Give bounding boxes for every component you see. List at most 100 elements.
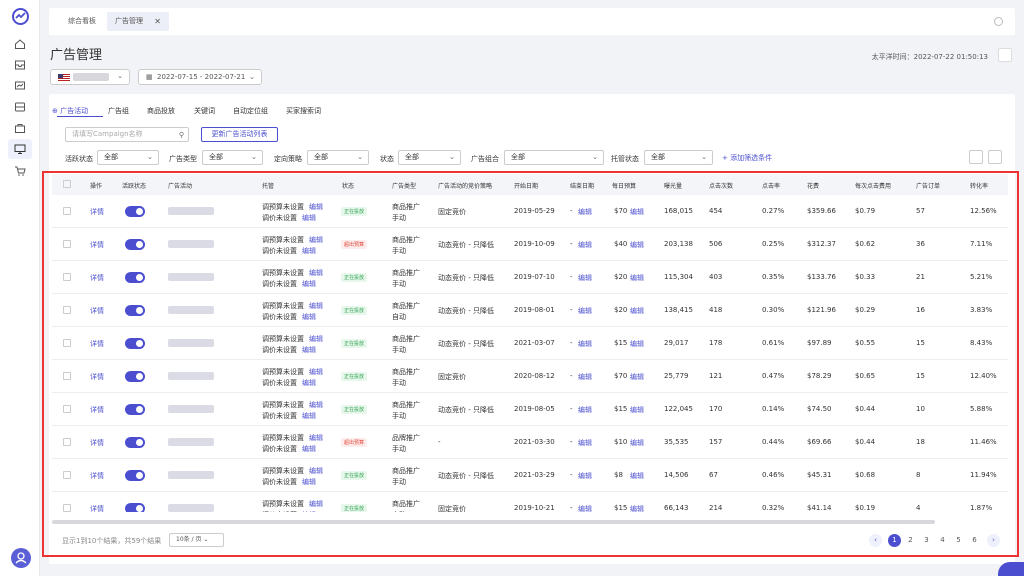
edit-bid-rule-link[interactable]: 编辑 <box>302 312 316 322</box>
campaign-name-redacted[interactable] <box>168 306 214 314</box>
edit-budget-rule-link[interactable]: 编辑 <box>309 235 323 245</box>
edit-end-date-link[interactable]: 编辑 <box>578 438 592 448</box>
storage-icon[interactable] <box>13 100 27 114</box>
edit-end-date-link[interactable]: 编辑 <box>578 207 592 217</box>
row-checkbox[interactable] <box>63 207 71 215</box>
filter-targeting-strategy[interactable]: 全部 ⌄ <box>307 150 369 165</box>
edit-end-date-link[interactable]: 编辑 <box>578 471 592 481</box>
campaign-name-redacted[interactable] <box>168 504 214 512</box>
active-status-toggle[interactable] <box>125 470 145 481</box>
edit-budget-link[interactable]: 编辑 <box>630 306 644 316</box>
detail-link[interactable]: 详情 <box>90 504 104 512</box>
date-range-picker[interactable]: ▦ 2022-07-15 - 2022-07-21 ⌄ <box>138 69 262 85</box>
detail-link[interactable]: 详情 <box>90 405 104 415</box>
page-button[interactable]: 1 <box>888 534 901 547</box>
edit-bid-rule-link[interactable]: 编辑 <box>302 246 316 256</box>
filter-portfolio[interactable]: 全部 ⌄ <box>504 150 604 165</box>
download-icon[interactable] <box>969 150 983 164</box>
detail-link[interactable]: 详情 <box>90 306 104 316</box>
page-button[interactable]: 2 <box>904 534 917 547</box>
campaign-name-redacted[interactable] <box>168 405 214 413</box>
column-header[interactable]: 曝光量 <box>664 181 682 190</box>
campaign-name-redacted[interactable] <box>168 240 214 248</box>
row-checkbox[interactable] <box>63 438 71 446</box>
edit-bid-rule-link[interactable]: 编辑 <box>302 444 316 454</box>
column-header[interactable]: 花费 <box>807 181 819 190</box>
row-checkbox[interactable] <box>63 273 71 281</box>
active-status-toggle[interactable] <box>125 206 145 217</box>
tab-keywords[interactable]: 关键词 <box>194 106 215 116</box>
active-status-toggle[interactable] <box>125 338 145 349</box>
active-status-toggle[interactable] <box>125 404 145 415</box>
campaign-name-redacted[interactable] <box>168 438 214 446</box>
home-icon[interactable] <box>13 37 27 51</box>
edit-budget-link[interactable]: 编辑 <box>630 240 644 250</box>
store-selector[interactable]: ⌄ <box>50 69 130 85</box>
detail-link[interactable]: 详情 <box>90 471 104 481</box>
edit-bid-rule-link[interactable]: 编辑 <box>302 213 316 223</box>
edit-budget-link[interactable]: 编辑 <box>630 372 644 382</box>
analytics-icon[interactable] <box>13 79 27 93</box>
detail-link[interactable]: 详情 <box>90 438 104 448</box>
page-button[interactable]: 3 <box>920 534 933 547</box>
page-button[interactable]: 4 <box>936 534 949 547</box>
detail-link[interactable]: 详情 <box>90 207 104 217</box>
campaign-name-redacted[interactable] <box>168 207 214 215</box>
campaign-name-redacted[interactable] <box>168 471 214 479</box>
more-options-icon[interactable] <box>998 562 1024 576</box>
filter-status[interactable]: 全部 ⌄ <box>398 150 461 165</box>
tab-ad-groups[interactable]: 广告组 <box>108 106 129 116</box>
campaign-name-redacted[interactable] <box>168 372 214 380</box>
edit-budget-rule-link[interactable]: 编辑 <box>309 301 323 311</box>
active-status-toggle[interactable] <box>125 305 145 316</box>
detail-link[interactable]: 详情 <box>90 339 104 349</box>
add-filter-button[interactable]: + 添加筛选条件 <box>722 153 772 163</box>
edit-budget-rule-link[interactable]: 编辑 <box>309 268 323 278</box>
column-header[interactable]: 转化率 <box>970 181 988 190</box>
row-checkbox[interactable] <box>63 471 71 479</box>
edit-budget-rule-link[interactable]: 编辑 <box>309 202 323 212</box>
detail-link[interactable]: 详情 <box>90 240 104 250</box>
page-button[interactable]: 6 <box>968 534 981 547</box>
row-checkbox[interactable] <box>63 504 71 512</box>
row-checkbox[interactable] <box>63 339 71 347</box>
active-status-toggle[interactable] <box>125 503 145 512</box>
edit-budget-link[interactable]: 编辑 <box>630 438 644 448</box>
campaign-search-input[interactable]: 请填写Campaign名称 ⚲ <box>65 127 189 142</box>
page-button[interactable]: 5 <box>952 534 965 547</box>
cart-icon[interactable] <box>13 164 27 178</box>
edit-end-date-link[interactable]: 编辑 <box>578 504 592 512</box>
row-checkbox[interactable] <box>63 372 71 380</box>
edit-bid-rule-link[interactable]: 编辑 <box>302 345 316 355</box>
page-size-select[interactable]: 10条 / 页 ⌄ <box>169 533 224 547</box>
filter-funnel-icon[interactable] <box>988 150 1002 164</box>
edit-end-date-link[interactable]: 编辑 <box>578 339 592 349</box>
horizontal-scrollbar[interactable] <box>52 520 935 524</box>
column-header[interactable]: 广告订单 <box>916 181 940 190</box>
active-status-toggle[interactable] <box>125 437 145 448</box>
edit-budget-link[interactable]: 编辑 <box>630 339 644 349</box>
filter-ad-type[interactable]: 全部 ⌄ <box>202 150 263 165</box>
tab-campaigns[interactable]: ⊕ 广告活动 <box>52 106 88 116</box>
tab-overview[interactable]: 综合看板 <box>60 12 104 31</box>
user-avatar[interactable] <box>11 548 31 568</box>
tab-product-targeting[interactable]: 商品投放 <box>147 106 175 116</box>
edit-budget-rule-link[interactable]: 编辑 <box>309 400 323 410</box>
select-all-checkbox[interactable] <box>63 180 71 188</box>
edit-budget-rule-link[interactable]: 编辑 <box>309 433 323 443</box>
edit-budget-link[interactable]: 编辑 <box>630 207 644 217</box>
column-header[interactable]: 每日预算 <box>612 181 636 190</box>
search-icon[interactable]: ⚲ <box>179 129 184 142</box>
row-checkbox[interactable] <box>63 405 71 413</box>
edit-end-date-link[interactable]: 编辑 <box>578 372 592 382</box>
column-header[interactable]: 开始日期 <box>514 181 538 190</box>
edit-bid-rule-link[interactable]: 编辑 <box>302 378 316 388</box>
edit-budget-rule-link[interactable]: 编辑 <box>309 367 323 377</box>
column-header[interactable]: 点击率 <box>762 181 780 190</box>
next-page-button[interactable]: › <box>987 534 1000 547</box>
campaign-name-redacted[interactable] <box>168 339 214 347</box>
filter-managed-status[interactable]: 全部 ⌄ <box>644 150 713 165</box>
edit-end-date-link[interactable]: 编辑 <box>578 405 592 415</box>
edit-budget-rule-link[interactable]: 编辑 <box>309 334 323 344</box>
tab-ad-management[interactable]: 广告管理 ✕ <box>107 12 169 31</box>
